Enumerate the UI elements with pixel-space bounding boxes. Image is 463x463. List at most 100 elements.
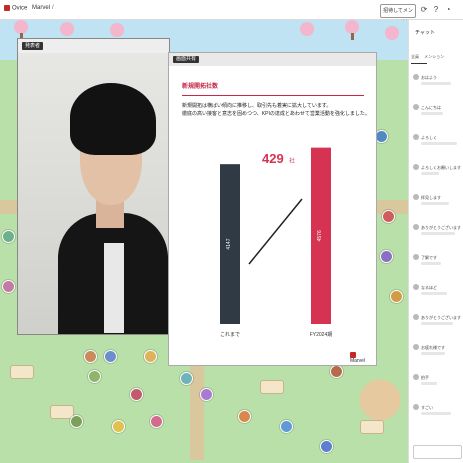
chat-title: チャット: [415, 30, 435, 36]
meeting-table: [10, 365, 34, 379]
chat-message-bubble: [421, 262, 441, 265]
chat-panel[interactable]: チャット 全員 メンション おはようこんにちはよろしくよろしくお願いします 拝見し…: [408, 20, 463, 463]
chat-message-bubble: [421, 382, 437, 385]
chat-message-text: ありがとうございます: [421, 315, 461, 320]
presenter-hair: [70, 83, 156, 155]
invite-button[interactable]: 招待してメンバーを追加: [380, 4, 416, 26]
chat-avatar[interactable]: [413, 254, 419, 260]
user-avatar[interactable]: [238, 410, 251, 423]
user-avatar[interactable]: [150, 415, 163, 428]
space-name[interactable]: Marvel: [32, 5, 50, 11]
chat-tab[interactable]: メンション: [424, 54, 444, 59]
user-avatar[interactable]: [280, 420, 293, 433]
app-brand[interactable]: Ovice: [4, 5, 27, 12]
chat-message-text: よろしくお願いします: [421, 165, 461, 170]
chat-message-bubble: [421, 172, 439, 175]
chat-avatar[interactable]: [413, 164, 419, 170]
chat-avatar[interactable]: [413, 194, 419, 200]
chat-message-bubble: [421, 412, 451, 415]
chat-avatar[interactable]: [413, 344, 419, 350]
tree-icon: [14, 20, 28, 34]
help-icon[interactable]: ?: [431, 4, 441, 16]
presenter-video: [18, 53, 169, 334]
top-bar: Ovice Marvel / 招待してメンバーを追加 ⟳ ? ◔: [0, 0, 463, 26]
meeting-table: [360, 420, 384, 434]
tree-icon: [110, 23, 124, 37]
chat-message-text: なるほど: [421, 285, 437, 290]
user-avatar[interactable]: [2, 230, 15, 243]
screen-share-tag: 画面共有: [173, 56, 200, 63]
user-avatar[interactable]: [84, 350, 97, 363]
chat-message-text: おはよう: [421, 75, 437, 80]
chat-avatar[interactable]: [413, 374, 419, 380]
user-avatar[interactable]: [2, 280, 15, 293]
user-avatar[interactable]: [104, 350, 117, 363]
chart-svg: 4147 これまで 4576 FY2024期 429 社: [220, 147, 333, 338]
presenter-video-window[interactable]: 発表者: [17, 38, 170, 335]
video-tag: 発表者: [22, 42, 44, 50]
chat-tab[interactable]: 全員: [411, 54, 419, 59]
user-avatar[interactable]: [144, 350, 157, 363]
chat-message-bubble: [421, 82, 451, 85]
delta-value-label: 429: [262, 151, 284, 166]
chat-message-text: こんにちは: [421, 105, 441, 110]
tree-icon: [300, 22, 314, 36]
chat-message-bubble: [421, 112, 443, 115]
slide-logo: Marvel: [350, 352, 370, 364]
chat-avatar[interactable]: [413, 104, 419, 110]
chat-message-text: 拝見します: [421, 195, 441, 200]
user-avatar[interactable]: [88, 370, 101, 383]
chat-message-text: すごい: [421, 405, 433, 410]
meeting-table: [260, 380, 284, 394]
bar-value-label: 4147: [226, 238, 232, 249]
chat-message-bubble: [421, 202, 449, 205]
user-avatar[interactable]: [180, 372, 193, 385]
user-avatar[interactable]: [200, 388, 213, 401]
presenter-shirt: [104, 243, 124, 333]
user-avatar[interactable]: [70, 415, 83, 428]
chat-message-text: 了解です: [421, 255, 437, 260]
chat-message-bubble: [421, 232, 455, 235]
user-avatar[interactable]: [320, 440, 333, 453]
sync-icon[interactable]: ⟳: [419, 4, 429, 16]
chat-message-bubble: [421, 292, 447, 295]
chat-message-text: 拍手: [421, 375, 429, 380]
bar-value-label: 4576: [317, 230, 323, 241]
slide-logo-icon: [350, 352, 356, 358]
chat-tabs: 全員 メンション: [411, 54, 463, 62]
trend-arrow: [248, 198, 303, 265]
user-avatar[interactable]: [330, 365, 343, 378]
user-avatar[interactable]: [380, 250, 393, 263]
screen-share-header: 画面共有: [169, 53, 376, 66]
screen-share-window[interactable]: 画面共有 新規開拓社数 新規開拓は横ばい傾向に推移し、取引先も着実に拡大していま…: [168, 52, 377, 366]
user-avatar[interactable]: [390, 290, 403, 303]
chat-avatar[interactable]: [413, 224, 419, 230]
tree-trunk: [351, 33, 354, 40]
user-avatar[interactable]: [112, 420, 125, 433]
breadcrumb-separator: /: [52, 5, 54, 11]
tree-icon: [385, 26, 399, 40]
tree-icon: [60, 22, 74, 36]
category-label: FY2024期: [310, 332, 333, 338]
chat-input[interactable]: [413, 445, 462, 459]
bell-icon[interactable]: ◔: [443, 4, 453, 16]
user-avatar[interactable]: [382, 210, 395, 223]
chat-tab-indicator: [411, 63, 427, 64]
chat-message-bubble: [421, 322, 453, 325]
chat-message-bubble: [421, 352, 445, 355]
slide-logo-text: Marvel: [350, 358, 366, 365]
category-label: これまで: [220, 332, 240, 338]
chat-message-text: ありがとうございます: [421, 225, 461, 230]
presentation-slide: 新規開拓社数 新規開拓は横ばい傾向に推移し、取引先も着実に拡大しています。 徹底…: [174, 69, 370, 364]
user-avatar[interactable]: [130, 388, 143, 401]
chat-avatar[interactable]: [413, 134, 419, 140]
chat-message-text: お疲れ様です: [421, 345, 445, 350]
chat-avatar[interactable]: [413, 404, 419, 410]
chat-avatar[interactable]: [413, 314, 419, 320]
video-header: 発表者: [18, 39, 169, 53]
chat-avatar[interactable]: [413, 284, 419, 290]
chat-message-text: よろしく: [421, 135, 437, 140]
delta-unit-label: 社: [289, 157, 295, 165]
chat-message-bubble: [421, 142, 457, 145]
chat-avatar[interactable]: [413, 74, 419, 80]
